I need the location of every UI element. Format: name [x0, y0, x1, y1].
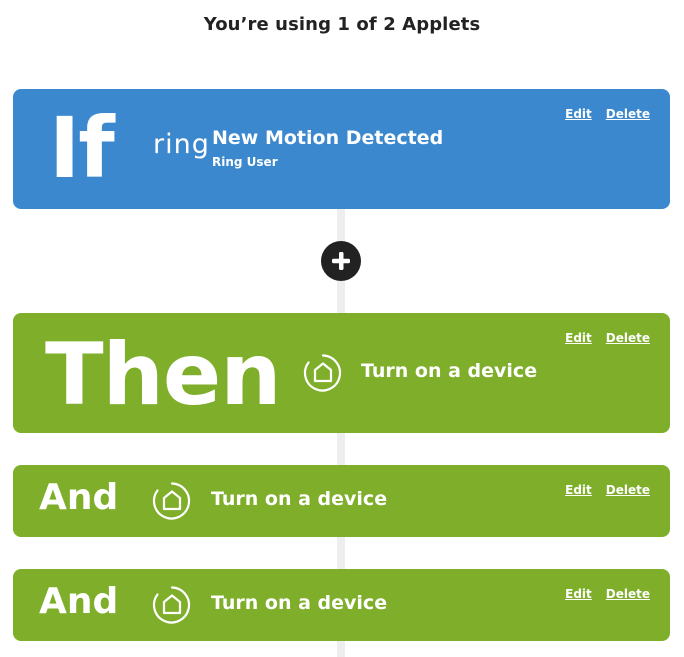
action-title: Turn on a device [361, 360, 538, 382]
page-title: You’re using 1 of 2 Applets [203, 14, 481, 35]
ring-logo: ring [153, 129, 210, 160]
action-title: Turn on a device [211, 592, 388, 614]
action-controls: Edit Delete [565, 483, 650, 497]
delete-action-link[interactable]: Delete [606, 483, 650, 497]
delete-action-link[interactable]: Delete [606, 331, 650, 345]
smart-home-icon [303, 354, 342, 392]
action-keyword: Then [45, 325, 281, 425]
action-keyword: And [39, 477, 119, 518]
delete-action-link[interactable]: Delete [606, 587, 650, 601]
smart-home-icon [152, 482, 191, 520]
trigger-subtitle: Ring User [212, 155, 278, 169]
edit-trigger-link[interactable]: Edit [565, 107, 592, 121]
action-card-and-1[interactable]: And Turn on a device Edit Delete [13, 465, 670, 537]
edit-action-link[interactable]: Edit [565, 331, 592, 345]
trigger-card[interactable]: If ring New Motion Detected Ring User Ed… [13, 89, 670, 209]
smart-home-icon [152, 586, 191, 624]
delete-trigger-link[interactable]: Delete [606, 107, 650, 121]
action-title: Turn on a device [211, 488, 388, 510]
action-keyword: And [39, 581, 119, 622]
action-card-and-2[interactable]: And Turn on a device Edit Delete [13, 569, 670, 641]
plus-icon [332, 252, 350, 270]
trigger-keyword: If [49, 99, 115, 197]
edit-action-link[interactable]: Edit [565, 483, 592, 497]
add-step-button[interactable] [321, 241, 361, 281]
edit-action-link[interactable]: Edit [565, 587, 592, 601]
trigger-actions: Edit Delete [565, 107, 650, 121]
action-card-then[interactable]: Then Turn on a device Edit Delete [13, 313, 670, 433]
trigger-title: New Motion Detected [212, 127, 444, 149]
action-controls: Edit Delete [565, 587, 650, 601]
action-controls: Edit Delete [565, 331, 650, 345]
